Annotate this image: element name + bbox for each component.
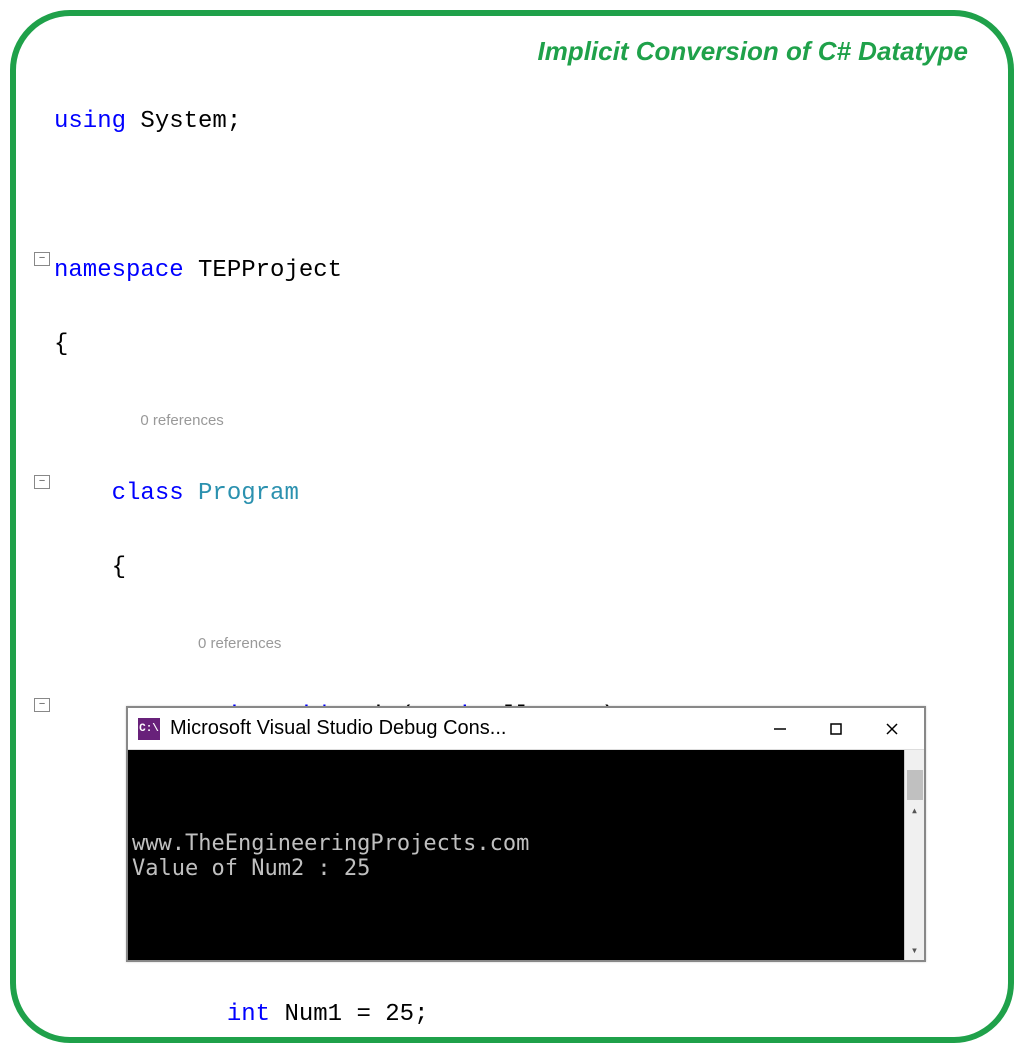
codelens-references[interactable]: 0 references bbox=[198, 635, 281, 652]
window-titlebar[interactable]: C:\ Microsoft Visual Studio Debug Cons..… bbox=[128, 708, 924, 750]
close-button[interactable] bbox=[864, 708, 920, 749]
console-output: www.TheEngineeringProjects.com Value of … bbox=[128, 750, 924, 960]
close-icon bbox=[885, 722, 899, 736]
minimize-icon bbox=[773, 722, 787, 736]
fold-toggle-icon[interactable]: − bbox=[34, 475, 50, 489]
code-line: − class Program bbox=[34, 475, 990, 512]
identifier-system: System bbox=[140, 108, 226, 135]
code-screenshot-frame: Implicit Conversion of C# Datatype using… bbox=[10, 10, 1014, 1043]
code-line: using System; bbox=[34, 103, 990, 140]
keyword-class: class bbox=[112, 480, 184, 507]
minimize-button[interactable] bbox=[752, 708, 808, 749]
codelens-references[interactable]: 0 references bbox=[140, 412, 223, 429]
maximize-button[interactable] bbox=[808, 708, 864, 749]
scroll-down-icon[interactable]: ▾ bbox=[905, 940, 924, 960]
banner-title: Implicit Conversion of C# Datatype bbox=[537, 36, 968, 67]
var-num1: Num1 bbox=[284, 1001, 342, 1028]
scroll-thumb[interactable] bbox=[907, 770, 923, 800]
code-line: −namespace TEPProject bbox=[34, 252, 990, 289]
keyword-namespace: namespace bbox=[54, 257, 184, 284]
class-name: Program bbox=[198, 480, 299, 507]
maximize-icon bbox=[829, 722, 843, 736]
keyword-using: using bbox=[54, 108, 126, 135]
fold-toggle-icon[interactable]: − bbox=[34, 698, 50, 712]
console-window: C:\ Microsoft Visual Studio Debug Cons..… bbox=[126, 706, 926, 962]
console-app-icon: C:\ bbox=[138, 718, 160, 740]
console-scrollbar[interactable]: ▴ ▾ bbox=[904, 750, 924, 960]
scroll-up-icon[interactable]: ▴ bbox=[905, 800, 924, 820]
console-line: www.TheEngineeringProjects.com bbox=[132, 831, 529, 856]
fold-toggle-icon[interactable]: − bbox=[34, 252, 50, 266]
keyword-int: int bbox=[227, 1001, 270, 1028]
namespace-name: TEPProject bbox=[198, 257, 342, 284]
console-line: Value of Num2 : 25 bbox=[132, 856, 370, 881]
window-title: Microsoft Visual Studio Debug Cons... bbox=[170, 717, 752, 740]
